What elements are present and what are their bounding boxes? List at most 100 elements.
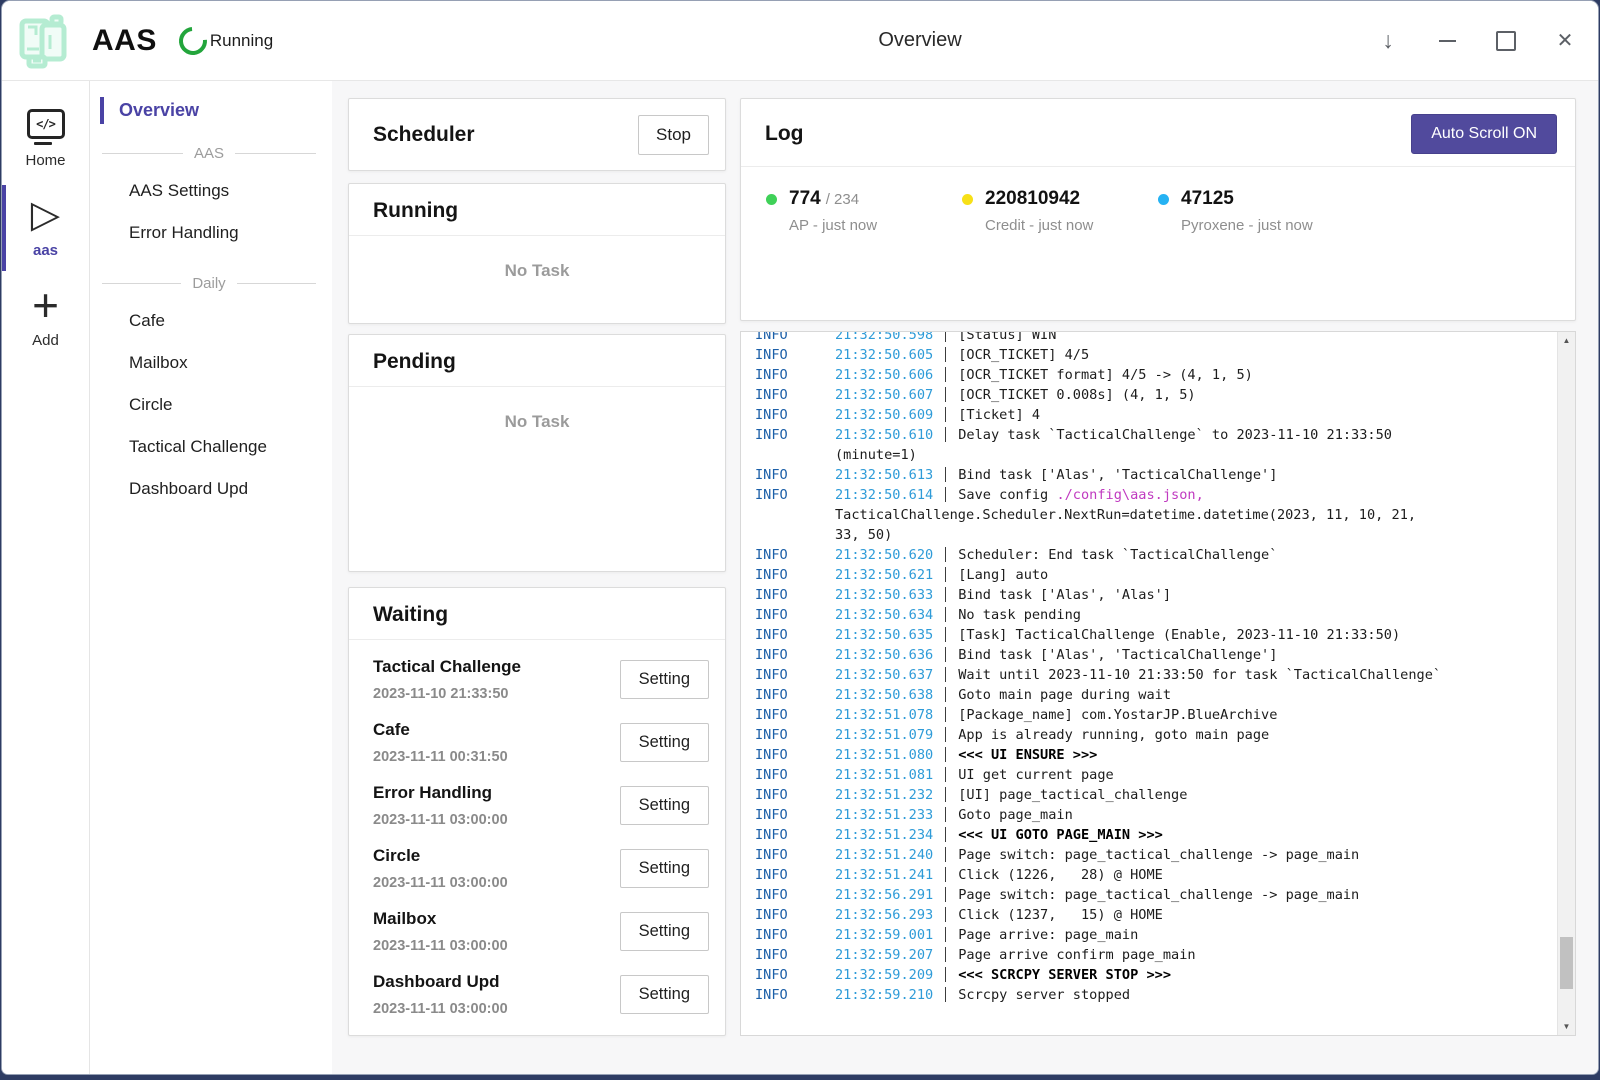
log-scrollbar[interactable]: ▲ ▼ [1557, 332, 1575, 1035]
log-time: 21:32:51.234 [835, 827, 933, 843]
scrollbar-down-icon[interactable]: ▼ [1558, 1022, 1575, 1031]
log-message: Page switch: page_tactical_challenge -> … [958, 887, 1359, 903]
scrollbar-up-icon[interactable]: ▲ [1558, 336, 1575, 345]
minimize-icon[interactable] [1436, 30, 1458, 52]
log-line: INFO 21:32:50.638Goto main page during w… [755, 685, 1558, 705]
setting-button[interactable]: Setting [620, 912, 709, 951]
waiting-task-row: Mailbox 2023-11-11 03:00:00 Setting [349, 900, 725, 963]
waiting-task-row: Dashboard Upd 2023-11-11 03:00:00 Settin… [349, 963, 725, 1026]
scrollbar-thumb[interactable] [1560, 937, 1573, 989]
log-separator [945, 787, 946, 802]
log-message: 33, 50) [835, 527, 892, 543]
log-separator [945, 947, 946, 962]
auto-scroll-button[interactable]: Auto Scroll ON [1411, 114, 1557, 154]
rail-item-add[interactable]: + Add [2, 275, 89, 361]
log-line: INFO 21:32:50.636 Bind task ['Alas', 'Tac… [755, 645, 1558, 665]
nav-item[interactable]: Dashboard Upd [100, 468, 318, 510]
log-message: UI get current page [958, 767, 1114, 783]
scheduler-card: Scheduler Stop [348, 98, 726, 171]
log-message: (minute=1) [835, 447, 917, 463]
title-bar: AAS Running Overview ↓ ✕ [2, 1, 1598, 81]
log-card: Log Auto Scroll ON 774 / 234 AP - jus [740, 98, 1576, 321]
log-time: 21:32:59.209 [835, 967, 933, 983]
log-line: INFO 21:32:59.001Page arrive: page_main [755, 925, 1558, 945]
log-level: INFO [755, 645, 835, 665]
icon-rail: </> Home ▷ aas + Add [2, 81, 90, 1074]
nav-item-overview[interactable]: Overview [100, 97, 318, 124]
log-message: <<< SCRCPY SERVER STOP >>> [958, 967, 1171, 983]
resource-stats: 774 / 234 AP - just now 220810942 [741, 167, 1575, 234]
stat-dot-icon [766, 194, 777, 205]
nav-item[interactable]: Cafe [100, 300, 318, 342]
rail-item-aas[interactable]: ▷ aas [2, 185, 89, 271]
running-spinner-icon [173, 21, 212, 60]
task-name: Cafe [373, 720, 508, 740]
app-window: AAS Running Overview ↓ ✕ </> Home ▷ aas [1, 0, 1599, 1075]
log-message: [UI] page_tactical_challenge [958, 787, 1187, 803]
setting-button[interactable]: Setting [620, 975, 709, 1014]
log-separator [945, 847, 946, 862]
log-level: INFO [755, 425, 835, 445]
log-level: INFO [755, 985, 835, 1005]
app-name: AAS [92, 24, 157, 58]
rail-item-home[interactable]: </> Home [2, 99, 89, 181]
log-level: INFO [755, 705, 835, 725]
content-area: Scheduler Stop Running No Task Pending N… [332, 81, 1598, 1074]
log-time: 21:32:59.001 [835, 927, 933, 943]
log-time: 21:32:50.635 [835, 627, 933, 643]
app-logo-icon [12, 9, 76, 73]
task-next-run: 2023-11-11 03:00:00 [373, 812, 508, 828]
stat-dot-icon [962, 194, 973, 205]
log-message: Page arrive confirm page_main [958, 947, 1195, 963]
nav-section-aas: AAS [102, 145, 316, 162]
maximize-icon[interactable] [1495, 30, 1517, 52]
log-time: 21:32:51.080 [835, 747, 933, 763]
log-line: INFO 21:32:50.610Delay task `TacticalCha… [755, 425, 1558, 445]
log-line: INFO 21:32:51.234<<< UI GOTO PAGE_MAIN >… [755, 825, 1558, 845]
nav-item[interactable]: Error Handling [100, 212, 318, 254]
running-card: Running No Task [348, 183, 726, 324]
log-time: 21:32:51.079 [835, 727, 933, 743]
nav-item[interactable]: Tactical Challenge [100, 426, 318, 468]
task-name: Dashboard Upd [373, 972, 508, 992]
setting-button[interactable]: Setting [620, 723, 709, 762]
hide-to-tray-icon[interactable]: ↓ [1377, 30, 1399, 52]
log-message: Save config ./config\aas.json, [958, 487, 1204, 503]
log-line: INFO 21:32:50.620Scheduler: End task `Ta… [755, 545, 1558, 565]
log-message: Scrcpy server stopped [958, 987, 1130, 1003]
waiting-header: Waiting [349, 588, 725, 640]
stop-button[interactable]: Stop [638, 115, 709, 155]
setting-button[interactable]: Setting [620, 660, 709, 699]
log-message: <<< UI ENSURE >>> [958, 747, 1097, 763]
log-message: [OCR_TICKET] 4/5 [958, 347, 1089, 363]
rail-item-label: Home [25, 152, 65, 169]
setting-button[interactable]: Setting [620, 786, 709, 825]
nav-item[interactable]: AAS Settings [100, 170, 318, 212]
nav-item[interactable]: Circle [100, 384, 318, 426]
log-level: INFO [755, 945, 835, 965]
log-separator [945, 607, 946, 622]
log-time: 21:32:50.638 [835, 687, 933, 703]
log-time: 21:32:50.610 [835, 427, 933, 443]
log-view: INFO 21:32:50.598[Status] WIN INFO 21:32… [740, 331, 1576, 1036]
log-message: Bind task ['Alas', 'Alas'] [958, 587, 1171, 603]
play-icon: ▷ [31, 195, 60, 235]
log-line: INFO 21:32:50.637Wait until 2023-11-10 2… [755, 665, 1558, 685]
log-level: INFO [755, 745, 835, 765]
log-message: Bind task ['Alas', 'TacticalChallenge'] [958, 647, 1277, 663]
log-time: 21:32:50.621 [835, 567, 933, 583]
setting-button[interactable]: Setting [620, 849, 709, 888]
log-separator [945, 707, 946, 722]
task-name: Error Handling [373, 783, 508, 803]
nav-item[interactable]: Mailbox [100, 342, 318, 384]
log-message: Click (1226, 28) @ HOME [958, 867, 1163, 883]
log-time: 21:32:50.636 [835, 647, 933, 663]
task-next-run: 2023-11-11 00:31:50 [373, 749, 508, 765]
close-icon[interactable]: ✕ [1554, 30, 1576, 52]
page-title: Overview [878, 29, 961, 52]
log-separator [945, 487, 946, 502]
log-line: INFO 21:32:50.633Bind task ['Alas', 'Ala… [755, 585, 1558, 605]
log-line: TacticalChallenge.Scheduler.NextRun=date… [755, 505, 1558, 525]
log-separator [945, 967, 946, 982]
stat-label: Pyroxene - just now [1158, 217, 1354, 234]
